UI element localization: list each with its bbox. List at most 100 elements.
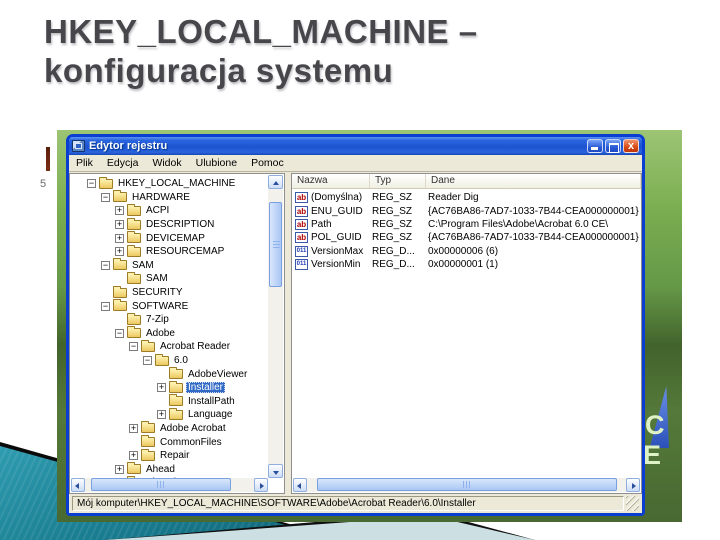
list-horizontal-scrollbar[interactable] xyxy=(293,478,640,492)
folder-icon xyxy=(155,353,169,366)
expand-icon[interactable] xyxy=(115,464,124,474)
registry-tree-pane: HKEY_LOCAL_MACHINE HARDWARE ACPI DESCRIP… xyxy=(69,173,285,494)
collapse-icon[interactable] xyxy=(87,179,96,189)
desktop-screenshot: C E Edytor rejestru x Plik Edycja Widok … xyxy=(57,130,682,522)
expand-icon[interactable] xyxy=(115,247,124,257)
expand-icon[interactable] xyxy=(115,220,124,230)
collapse-icon[interactable] xyxy=(101,192,110,202)
slide: HKEY_LOCAL_MACHINE – konfiguracja system… xyxy=(0,0,720,540)
string-value-icon xyxy=(295,192,308,204)
column-header-typ[interactable]: Typ xyxy=(370,174,426,188)
open-folder-icon xyxy=(169,380,183,393)
tree-item[interactable]: Ahead xyxy=(71,462,268,476)
tree-item[interactable]: SAM xyxy=(71,258,268,273)
expand-icon[interactable] xyxy=(157,383,166,393)
folder-icon xyxy=(141,421,155,434)
folder-icon xyxy=(113,299,127,312)
close-button[interactable]: x xyxy=(623,139,639,153)
title-bar[interactable]: Edytor rejestru x xyxy=(69,137,642,155)
folder-icon xyxy=(113,190,127,203)
tree-item[interactable]: DESCRIPTION xyxy=(71,217,268,232)
collapse-icon[interactable] xyxy=(101,301,110,311)
value-row[interactable]: VersionMaxREG_D...0x00000006 (6) xyxy=(293,245,640,258)
expand-icon[interactable] xyxy=(157,410,166,420)
tree-item[interactable]: RESOURCEMAP xyxy=(71,244,268,259)
page-title-line2: konfiguracja systemu xyxy=(44,52,394,89)
status-bar: Mój komputer\HKEY_LOCAL_MACHINE\SOFTWARE… xyxy=(69,494,642,513)
menu-widok[interactable]: Widok xyxy=(145,157,188,169)
window-body: HKEY_LOCAL_MACHINE HARDWARE ACPI DESCRIP… xyxy=(69,173,642,494)
tree-item[interactable]: Adobe Acrobat xyxy=(71,421,268,436)
tree-item[interactable]: HARDWARE xyxy=(71,190,268,205)
tree-vscroll-thumb[interactable] xyxy=(269,202,282,287)
menu-pomoc[interactable]: Pomoc xyxy=(244,157,291,169)
value-row[interactable]: POL_GUIDREG_SZ{AC76BA86-7AD7-1033-7B44-C… xyxy=(293,231,640,244)
tree-item[interactable]: SOFTWARE xyxy=(71,299,268,313)
tree-item[interactable]: SECURITY xyxy=(71,285,268,300)
list-header: Nazwa Typ Dane xyxy=(292,174,641,189)
tree-horizontal-scrollbar[interactable] xyxy=(71,478,268,492)
tree-item[interactable]: DEVICEMAP xyxy=(71,231,268,245)
slide-artifact-line xyxy=(46,147,50,171)
folder-icon xyxy=(141,435,155,448)
folder-icon xyxy=(127,217,141,230)
string-value-icon xyxy=(295,232,308,244)
page-title: HKEY_LOCAL_MACHINE – konfiguracja system… xyxy=(44,12,478,90)
tree-item[interactable]: SAM xyxy=(71,271,268,286)
collapse-icon[interactable] xyxy=(101,260,110,270)
tree-item[interactable]: Language xyxy=(71,407,268,422)
folder-icon xyxy=(127,244,141,257)
minimize-button[interactable] xyxy=(587,139,603,153)
resize-grip-icon[interactable] xyxy=(626,496,639,511)
string-value-icon xyxy=(295,205,308,217)
scroll-up-icon[interactable] xyxy=(268,175,283,189)
tree-item[interactable]: ACPI xyxy=(71,203,268,218)
value-row[interactable]: (Domyślna)REG_SZReader Dig xyxy=(293,191,640,204)
folder-icon xyxy=(127,326,141,339)
menu-ulubione[interactable]: Ulubione xyxy=(189,157,244,169)
tree-item[interactable]: 7-Zip xyxy=(71,312,268,327)
dword-value-icon xyxy=(295,245,308,257)
menu-bar: Plik Edycja Widok Ulubione Pomoc xyxy=(69,155,642,172)
tree-item[interactable]: HKEY_LOCAL_MACHINE xyxy=(71,176,268,191)
registry-values-pane: Nazwa Typ Dane (Domyślna)REG_SZReader Di… xyxy=(291,173,642,494)
expand-icon[interactable] xyxy=(115,233,124,243)
folder-icon xyxy=(169,394,183,407)
tree-item[interactable]: Repair xyxy=(71,448,268,463)
string-value-icon xyxy=(295,218,308,230)
collapse-icon[interactable] xyxy=(143,356,152,366)
expand-icon[interactable] xyxy=(129,423,138,433)
tree-hscroll-thumb[interactable] xyxy=(91,478,231,491)
value-list: (Domyślna)REG_SZReader Dig ENU_GUIDREG_S… xyxy=(293,191,640,478)
menu-plik[interactable]: Plik xyxy=(69,157,100,169)
expand-icon[interactable] xyxy=(129,451,138,461)
scroll-right-icon[interactable] xyxy=(254,478,268,492)
tree-item[interactable]: Acrobat Reader xyxy=(71,339,268,354)
tree-item[interactable]: 6.0 xyxy=(71,353,268,368)
folder-icon xyxy=(141,339,155,352)
value-row[interactable]: ENU_GUIDREG_SZ{AC76BA86-7AD7-1033-7B44-C… xyxy=(293,204,640,217)
scroll-down-icon[interactable] xyxy=(268,464,283,478)
tree-vertical-scrollbar[interactable] xyxy=(268,175,283,478)
tree-item[interactable]: Adobe xyxy=(71,326,268,341)
value-row[interactable]: VersionMinREG_D...0x00000001 (1) xyxy=(293,258,640,271)
value-row[interactable]: PathREG_SZC:\Program Files\Adobe\Acrobat… xyxy=(293,218,640,231)
column-header-dane[interactable]: Dane xyxy=(426,174,641,188)
column-header-nazwa[interactable]: Nazwa xyxy=(292,174,370,188)
collapse-icon[interactable] xyxy=(129,342,138,352)
maximize-button[interactable] xyxy=(605,139,621,153)
page-title-line1: HKEY_LOCAL_MACHINE – xyxy=(44,13,478,50)
list-hscroll-thumb[interactable] xyxy=(317,478,617,491)
folder-icon xyxy=(99,176,113,189)
tree-item[interactable]: CommonFiles xyxy=(71,435,268,449)
scroll-right-icon[interactable] xyxy=(626,478,640,492)
tree-item[interactable]: InstallPath xyxy=(71,394,268,409)
expand-icon[interactable] xyxy=(115,206,124,216)
tree-item[interactable]: AdobeViewer xyxy=(71,367,268,381)
scroll-left-icon[interactable] xyxy=(293,478,307,492)
scroll-left-icon[interactable] xyxy=(71,478,85,492)
tree-item-selected[interactable]: Installer xyxy=(71,380,268,395)
registry-tree: HKEY_LOCAL_MACHINE HARDWARE ACPI DESCRIP… xyxy=(71,175,268,478)
collapse-icon[interactable] xyxy=(115,328,124,338)
menu-edycja[interactable]: Edycja xyxy=(100,157,146,169)
